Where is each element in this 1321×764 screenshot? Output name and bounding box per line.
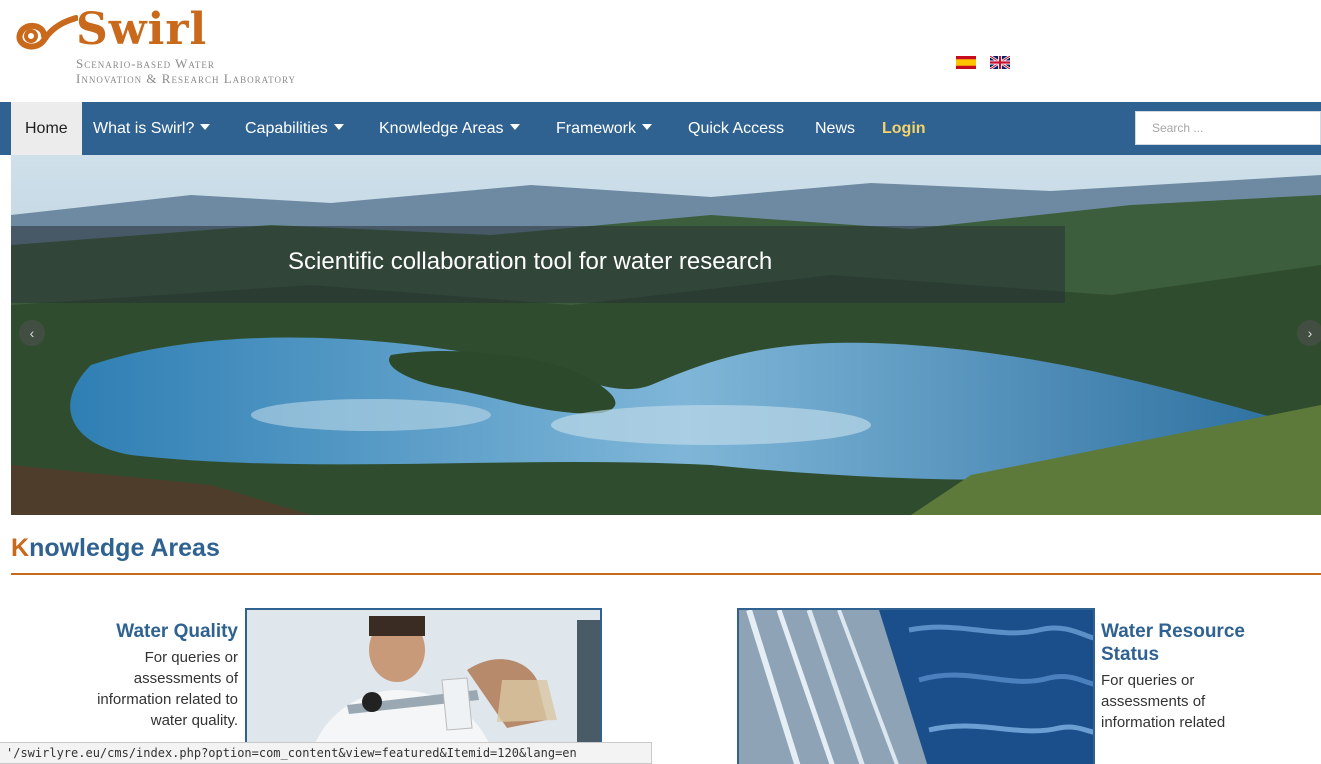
card-title[interactable]: Water Quality — [60, 620, 238, 643]
lab-scientist-image — [247, 610, 600, 764]
nav-what-is-swirl[interactable]: What is Swirl? — [93, 102, 211, 155]
site-header: Swirl Scenario-based Water Innovation & … — [0, 0, 1321, 102]
nav-capabilities-label: Capabilities — [245, 120, 328, 137]
section-title-initial: K — [11, 534, 30, 562]
chevron-right-icon[interactable]: › — [1297, 320, 1321, 346]
water-quality-image[interactable] — [245, 608, 602, 764]
nav-knowledge-areas[interactable]: Knowledge Areas — [379, 102, 520, 155]
card-water-quality: Water Quality For queries or assessments… — [60, 620, 238, 731]
water-flow-image — [739, 610, 1093, 764]
nav-what-is-swirl-label: What is Swirl? — [93, 120, 195, 137]
hero-landscape-image — [11, 155, 1321, 515]
nav-capabilities[interactable]: Capabilities — [245, 102, 344, 155]
nav-login[interactable]: Login — [882, 102, 926, 155]
nav-knowledge-areas-label: Knowledge Areas — [379, 120, 504, 137]
nav-news[interactable]: News — [815, 102, 855, 155]
hero-caption-band: Scientific collaboration tool for water … — [11, 226, 1065, 303]
card-water-resource-status: Water Resource Status For queries or ass… — [1101, 620, 1251, 733]
card-title[interactable]: Water Resource Status — [1101, 620, 1251, 666]
caret-down-icon — [200, 123, 211, 130]
section-divider — [11, 573, 1321, 575]
search-input[interactable] — [1135, 111, 1321, 145]
hero-caption: Scientific collaboration tool for water … — [288, 248, 773, 275]
uk-flag-icon[interactable] — [990, 56, 1010, 69]
logo-tagline: Scenario-based Water Innovation & Resear… — [76, 56, 296, 86]
es-flag-icon[interactable] — [956, 56, 976, 69]
hero-carousel: Scientific collaboration tool for water … — [11, 155, 1321, 515]
caret-down-icon — [642, 123, 653, 130]
section-title: Knowledge Areas — [11, 534, 220, 563]
swirl-logo[interactable]: Swirl Scenario-based Water Innovation & … — [14, 8, 434, 90]
chevron-left-icon[interactable]: ‹ — [19, 320, 45, 346]
logo-wordmark: Swirl — [76, 4, 208, 55]
card-description: For queries or assessments of informatio… — [97, 649, 238, 729]
logo-tagline-line1: Scenario-based Water — [76, 56, 215, 71]
nav-quick-access[interactable]: Quick Access — [688, 102, 784, 155]
language-switcher — [956, 56, 1010, 69]
caret-down-icon — [333, 123, 344, 130]
card-description: For queries or assessments of informatio… — [1101, 672, 1226, 731]
caret-down-icon — [509, 123, 520, 130]
nav-home[interactable]: Home — [11, 102, 82, 155]
swirl-logo-icon — [16, 15, 78, 50]
section-title-rest: nowledge Areas — [29, 534, 220, 562]
nav-framework-label: Framework — [556, 120, 637, 137]
link-status-bar: '/swirlyre.eu/cms/index.php?option=com_c… — [0, 742, 652, 764]
nav-framework[interactable]: Framework — [556, 102, 653, 155]
logo-tagline-line2: Innovation & Research Laboratory — [76, 71, 296, 86]
water-resource-image[interactable] — [737, 608, 1095, 764]
main-nav: Home What is Swirl? Capabilities Knowled… — [0, 102, 1321, 155]
